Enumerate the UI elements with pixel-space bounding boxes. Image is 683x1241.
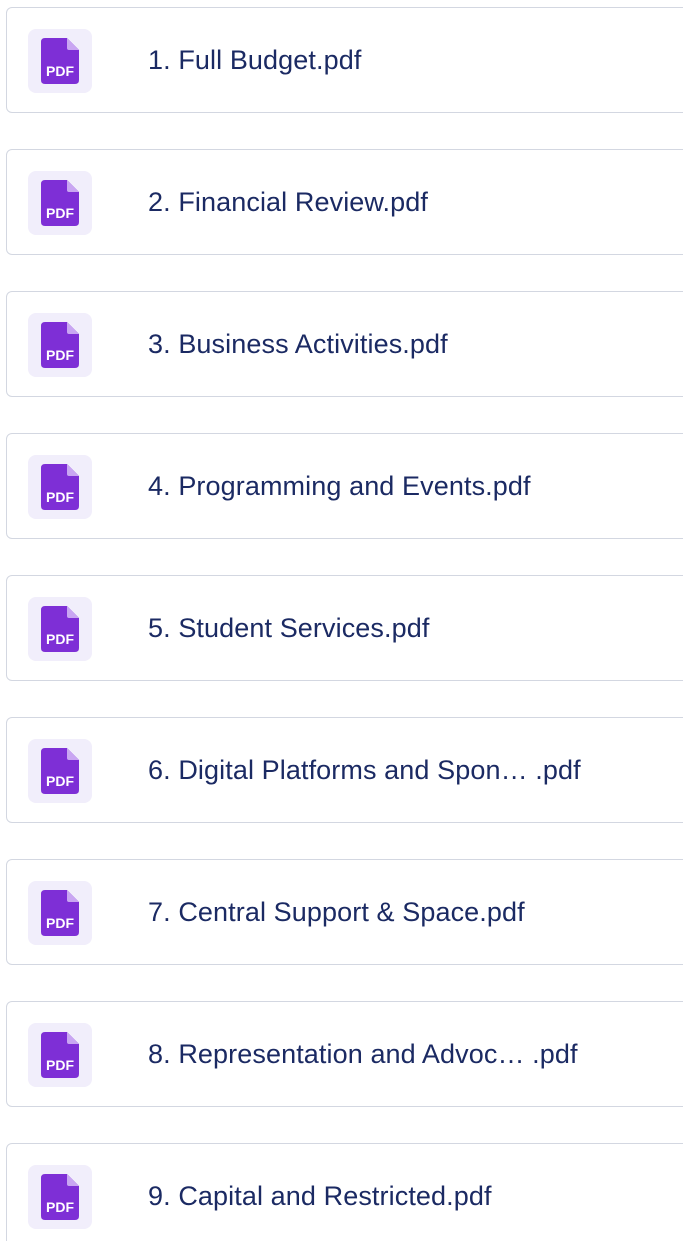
- file-card[interactable]: PDF 7. Central Support & Space.pdf: [6, 859, 683, 965]
- file-name: 3. Business Activities.pdf: [148, 328, 448, 359]
- pdf-file-icon: PDF: [28, 313, 92, 377]
- file-card[interactable]: PDF 1. Full Budget.pdf: [6, 7, 683, 113]
- file-card[interactable]: PDF 5. Student Services.pdf: [6, 575, 683, 681]
- pdf-file-icon: PDF: [28, 881, 92, 945]
- pdf-icon-label: PDF: [46, 1199, 74, 1215]
- file-name: 1. Full Budget.pdf: [148, 44, 362, 75]
- pdf-file-icon: PDF: [28, 1165, 92, 1229]
- pdf-icon-label: PDF: [46, 1057, 74, 1073]
- file-card[interactable]: PDF 4. Programming and Events.pdf: [6, 433, 683, 539]
- pdf-file-icon: PDF: [28, 1023, 92, 1087]
- file-card[interactable]: PDF 9. Capital and Restricted.pdf: [6, 1143, 683, 1241]
- file-card[interactable]: PDF 6. Digital Platforms and Spon… .pdf: [6, 717, 683, 823]
- file-name: 4. Programming and Events.pdf: [148, 470, 531, 501]
- pdf-icon-label: PDF: [46, 63, 74, 79]
- pdf-file-icon: PDF: [28, 597, 92, 661]
- file-name: 8. Representation and Advoc… .pdf: [148, 1038, 578, 1069]
- file-card[interactable]: PDF 8. Representation and Advoc… .pdf: [6, 1001, 683, 1107]
- pdf-icon-label: PDF: [46, 773, 74, 789]
- file-list: PDF 1. Full Budget.pdf PDF 2. Financial …: [0, 0, 683, 1241]
- pdf-file-icon: PDF: [28, 171, 92, 235]
- file-name: 7. Central Support & Space.pdf: [148, 896, 525, 927]
- pdf-icon-label: PDF: [46, 347, 74, 363]
- pdf-file-icon: PDF: [28, 29, 92, 93]
- file-name: 2. Financial Review.pdf: [148, 186, 428, 217]
- file-card[interactable]: PDF 3. Business Activities.pdf: [6, 291, 683, 397]
- file-name: 6. Digital Platforms and Spon… .pdf: [148, 754, 581, 785]
- file-name: 9. Capital and Restricted.pdf: [148, 1180, 492, 1211]
- pdf-icon-label: PDF: [46, 489, 74, 505]
- file-name: 5. Student Services.pdf: [148, 612, 430, 643]
- pdf-file-icon: PDF: [28, 455, 92, 519]
- pdf-icon-label: PDF: [46, 631, 74, 647]
- pdf-icon-label: PDF: [46, 205, 74, 221]
- pdf-icon-label: PDF: [46, 915, 74, 931]
- file-card[interactable]: PDF 2. Financial Review.pdf: [6, 149, 683, 255]
- pdf-file-icon: PDF: [28, 739, 92, 803]
